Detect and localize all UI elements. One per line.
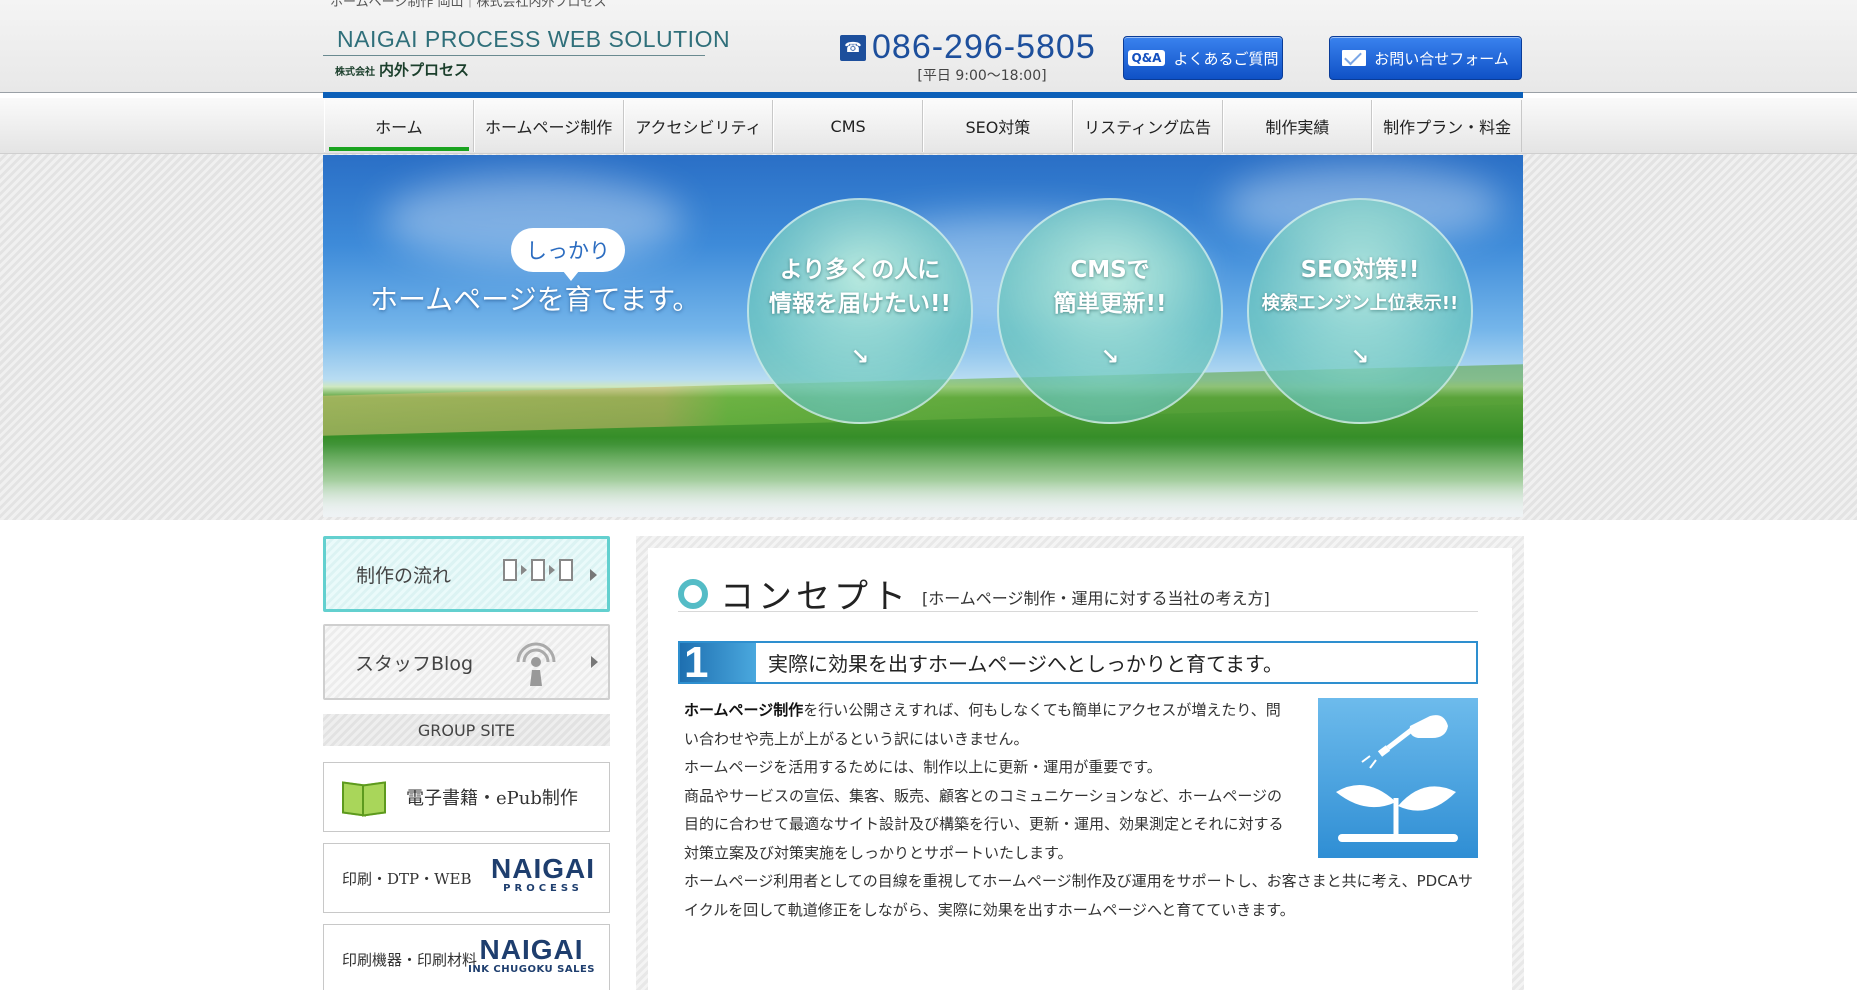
circle-line1: より多くの人に — [779, 256, 941, 283]
arrow-down-right-icon: ↘ — [1100, 344, 1120, 370]
ring-icon — [678, 578, 708, 609]
logo-english: NAIGAI PROCESS WEB SOLUTION — [323, 26, 730, 56]
hero-speech-bubble: しっかり — [511, 228, 625, 281]
nav-accessibility[interactable]: アクセシビリティ — [623, 100, 774, 152]
paragraph-1: ホームページ制作を行い公開さえすれば、何もしなくても簡単にアクセスが増えたり、問… — [684, 701, 1281, 748]
circle-line2: 簡単更新!! — [1053, 290, 1167, 317]
broadcast-person-icon — [516, 642, 556, 686]
bold-term: ホームページ制作 — [684, 701, 804, 719]
nav-plans-pricing[interactable]: 制作プラン・料金 — [1372, 100, 1522, 152]
point-number: 1 — [680, 638, 756, 687]
naigai-ink-site-link[interactable]: 印刷機器・印刷材料 NAIGAI INK CHUGOKU SALES — [323, 924, 610, 990]
ink-label: 印刷機器・印刷材料 — [342, 950, 478, 969]
main-content: コンセプト [ホームページ制作・運用に対する当社の考え方] 1 実際に効果を出す… — [636, 536, 1524, 990]
nav-listing-ads[interactable]: リスティング広告 — [1072, 100, 1223, 152]
mail-icon — [1342, 50, 1367, 66]
naigai-process-site-link[interactable]: 印刷・DTP・WEB NAIGAI PROCESS — [323, 843, 610, 913]
chevron-right-icon — [590, 569, 597, 581]
arrow-down-right-icon: ↘ — [1350, 344, 1370, 370]
point-heading: 1 実際に効果を出すホームページへとしっかりと育てます。 — [678, 638, 1478, 687]
nav-works[interactable]: 制作実績 — [1222, 100, 1373, 152]
logo-japanese: 株式会社 内外プロセス — [323, 56, 705, 80]
arrow-down-right-icon: ↘ — [850, 344, 870, 370]
concept-subtitle: [ホームページ制作・運用に対する当社の考え方] — [922, 588, 1270, 608]
flow-steps-icon — [503, 559, 573, 581]
nav-seo[interactable]: SEO対策 — [923, 100, 1073, 152]
open-book-icon — [342, 779, 386, 815]
concept-title: コンセプト — [720, 577, 910, 617]
print-label: 印刷・DTP・WEB — [342, 869, 472, 888]
main-nav: ホーム ホームページ制作 アクセシビリティ CMS SEO対策 リスティング広告… — [324, 100, 1522, 152]
chevron-right-icon — [591, 656, 598, 668]
staff-blog-button[interactable]: スタッフBlog — [323, 624, 610, 700]
phone-number: 086-296-5805 — [872, 28, 1096, 66]
faq-label: よくあるご質問 — [1173, 49, 1279, 68]
contact-form-button[interactable]: お問い合せフォーム — [1329, 36, 1522, 80]
naigai-process-logo: NAIGAI PROCESS — [491, 853, 595, 894]
ebook-label: 電子書籍・ePub制作 — [406, 788, 578, 809]
concept-heading: コンセプト [ホームページ制作・運用に対する当社の考え方] — [678, 576, 1478, 617]
circle-line2: 検索エンジン上位表示!! — [1261, 292, 1459, 314]
site-logo[interactable]: NAIGAI PROCESS WEB SOLUTION 株式会社 内外プロセス — [323, 26, 730, 80]
concept-body: ホームページ制作を行い公開さえすれば、何もしなくても簡単にアクセスが増えたり、問… — [684, 696, 1474, 924]
production-flow-button[interactable]: 制作の流れ — [323, 536, 610, 612]
hero-circle-cms[interactable]: CMSで 簡単更新!! ↘ — [997, 198, 1223, 424]
paragraph-2: ホームページを活用するためには、制作以上に更新・運用が重要です。 — [684, 758, 1162, 776]
point-text: 実際に効果を出すホームページへとしっかりと育てます。 — [768, 652, 1283, 676]
phone-block: ☎ 086-296-5805 [平日 9:00〜18:00] — [840, 28, 1100, 85]
logo-company-name: 内外プロセス — [379, 61, 470, 79]
qa-icon: Q&A — [1127, 50, 1166, 66]
site-tagline: ホームページ制作 岡山｜株式会社内外プロセス — [330, 0, 607, 10]
hero-circle-seo[interactable]: SEO対策!! 検索エンジン上位表示!! ↘ — [1247, 198, 1473, 424]
ebook-site-link[interactable]: 電子書籍・ePub制作 — [323, 762, 610, 832]
faq-button[interactable]: Q&A よくあるご質問 — [1123, 36, 1283, 80]
paragraph-4: ホームページ利用者としての目線を重視してホームページ制作及び運用をサポートし、お… — [684, 872, 1473, 919]
paragraph-3: 商品やサービスの宣伝、集客、販売、顧客とのコミュニケーションなど、ホームページの… — [684, 786, 1284, 862]
hero-banner: しっかり ホームページを育てます。 より多くの人に 情報を届けたい!! ↘ CM… — [323, 155, 1523, 517]
nav-home[interactable]: ホーム — [324, 100, 474, 152]
circle-line2: 情報を届けたい!! — [769, 290, 951, 317]
group-site-heading: GROUP SITE — [323, 714, 610, 746]
production-flow-label: 制作の流れ — [356, 564, 452, 587]
logo-prefix: 株式会社 — [335, 67, 375, 78]
staff-blog-label: スタッフBlog — [355, 652, 473, 675]
phone-icon: ☎ — [840, 34, 866, 61]
sidebar: 制作の流れ スタッフBlog GROUP SITE 電子書籍・ePub制作 印刷… — [323, 536, 610, 990]
business-hours: [平日 9:00〜18:00] — [917, 68, 1047, 84]
hero-circle-reach[interactable]: より多くの人に 情報を届けたい!! ↘ — [747, 198, 973, 424]
circle-line1: CMSで — [1070, 256, 1150, 283]
hero-title: ホームページを育てます。 — [370, 283, 701, 316]
naigai-ink-logo: NAIGAI INK CHUGOKU SALES — [468, 934, 595, 975]
circle-line1: SEO対策!! — [1300, 256, 1420, 283]
hero-fog — [323, 437, 1523, 517]
nav-cms[interactable]: CMS — [773, 100, 923, 152]
contact-label: お問い合せフォーム — [1374, 49, 1509, 68]
nav-homepage-production[interactable]: ホームページ制作 — [473, 100, 624, 152]
